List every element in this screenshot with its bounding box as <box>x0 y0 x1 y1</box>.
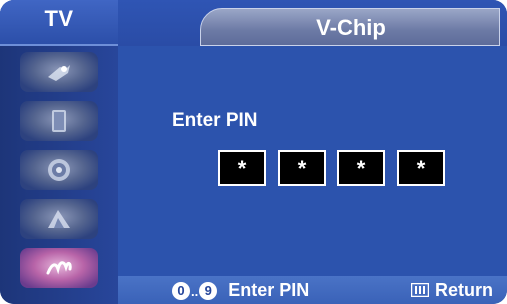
menu-icon <box>411 283 429 297</box>
number-nine-button-icon: 9 <box>199 282 218 300</box>
sidebar-item-picture[interactable] <box>20 101 98 141</box>
sidebar-item-channel[interactable] <box>20 199 98 239</box>
sidebar-item-setup[interactable] <box>20 248 98 288</box>
input-icon <box>48 65 70 81</box>
header-bar: TV V-Chip <box>0 0 507 46</box>
enter-pin-hint: 0.. 9 Enter PIN <box>172 278 309 302</box>
pin-digit-2[interactable]: * <box>278 150 326 186</box>
pin-entry-panel: Enter PIN * * * * <box>118 46 507 276</box>
help-bar: 0.. 9 Enter PIN Return <box>118 276 507 304</box>
source-label: TV <box>44 6 74 31</box>
setup-icon <box>46 261 72 275</box>
channel-icon <box>48 210 70 228</box>
enter-pin-hint-label: Enter PIN <box>228 280 310 300</box>
sidebar <box>0 46 118 304</box>
sidebar-item-sound[interactable] <box>20 150 98 190</box>
return-hint[interactable]: Return <box>411 278 493 302</box>
sound-icon <box>48 159 70 181</box>
return-label: Return <box>435 280 493 300</box>
source-tab: TV <box>0 0 118 46</box>
sidebar-item-input[interactable] <box>20 52 98 92</box>
osd-window: TV V-Chip Enter PIN * * * * 0 .. 9 Enter… <box>0 0 507 304</box>
number-range-separator: .. <box>191 284 199 299</box>
pin-digit-1[interactable]: * <box>218 150 266 186</box>
pin-digit-4[interactable]: * <box>397 150 445 186</box>
number-zero-button-icon: 0 <box>172 282 190 300</box>
pin-digit-3[interactable]: * <box>337 150 385 186</box>
picture-icon <box>52 110 66 132</box>
pin-label: Enter PIN <box>172 110 258 131</box>
title-pill: V-Chip <box>200 8 500 46</box>
page-title: V-Chip <box>316 15 386 40</box>
